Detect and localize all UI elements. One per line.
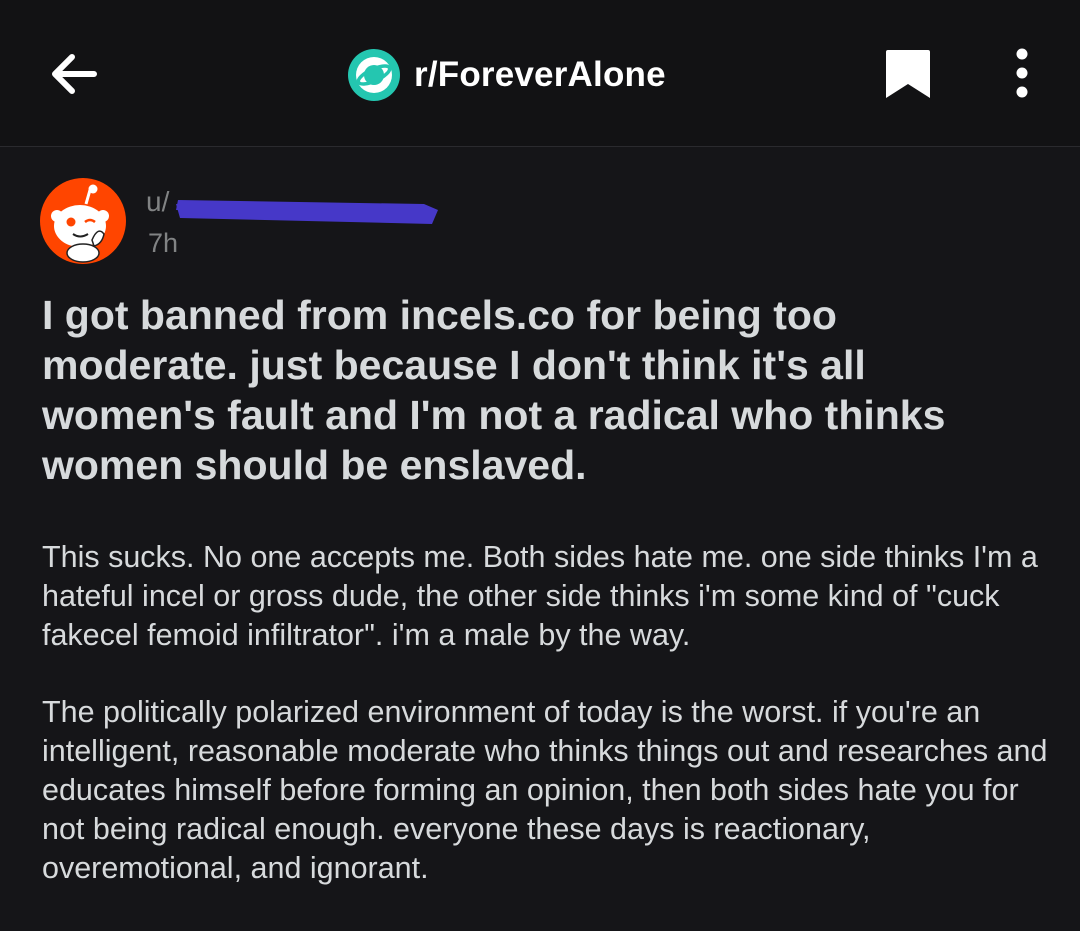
post-age: 7h [148, 228, 179, 258]
more-options-button[interactable] [1000, 46, 1044, 102]
bookmark-icon [886, 50, 930, 98]
post-body: This sucks. No one accepts me. Both side… [42, 538, 1052, 926]
save-button[interactable] [880, 46, 936, 102]
author-prefix: u/ [146, 186, 170, 217]
top-app-bar: r/ForeverAlone [0, 0, 1080, 147]
body-paragraph: This sucks. No one accepts me. Both side… [42, 540, 1038, 652]
body-paragraph: The politically polarized environment of… [42, 695, 1048, 885]
user-avatar[interactable] [40, 178, 126, 264]
kebab-menu-icon [1016, 48, 1028, 98]
back-button[interactable] [44, 46, 104, 102]
post-meta: u/ 7h [40, 178, 540, 268]
post-title[interactable]: I got banned from incels.co for being to… [42, 290, 1042, 490]
subreddit-name: r/ForeverAlone [414, 55, 666, 94]
planet-icon [348, 49, 400, 101]
arrow-left-icon [52, 54, 97, 94]
subreddit-title[interactable]: r/ForeverAlone [348, 48, 666, 102]
redaction-scribble [176, 200, 438, 224]
post-author[interactable]: u/ [146, 186, 169, 218]
